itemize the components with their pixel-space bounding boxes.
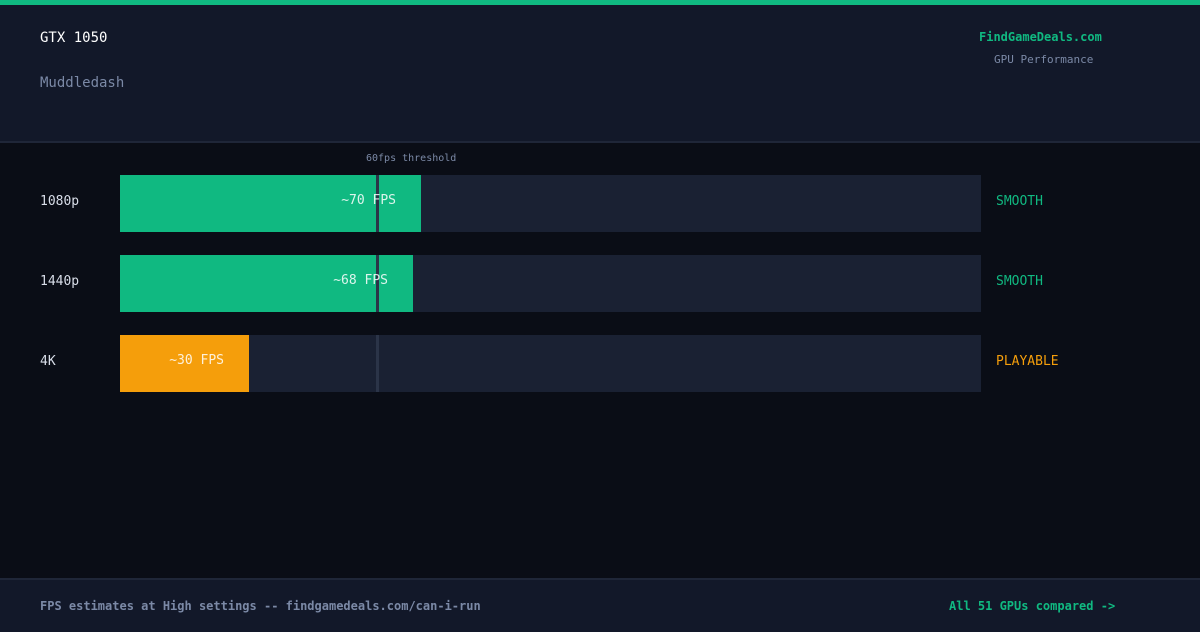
performance-status: PLAYABLE <box>996 354 1059 369</box>
game-name: Muddledash <box>40 75 125 91</box>
resolution-label: 1440p <box>40 274 80 289</box>
footer: FPS estimates at High settings -- findga… <box>0 578 1200 632</box>
performance-status: SMOOTH <box>996 274 1043 289</box>
bar-track: ~68 FPS <box>120 255 981 312</box>
header-subtitle: GPU Performance <box>994 53 1094 66</box>
fps-value-label: ~68 FPS <box>333 273 388 288</box>
gpu-name: GTX 1050 <box>40 30 108 46</box>
footer-note: FPS estimates at High settings -- findga… <box>40 599 481 613</box>
header: GTX 1050 Muddledash FindGameDeals.com GP… <box>0 5 1200 143</box>
performance-status: SMOOTH <box>996 194 1043 209</box>
bar-track: ~30 FPS <box>120 335 981 392</box>
threshold-label: 60fps threshold <box>366 153 457 164</box>
resolution-label: 1080p <box>40 194 80 209</box>
threshold-line <box>376 335 379 392</box>
brand-link[interactable]: FindGameDeals.com <box>979 30 1102 44</box>
all-gpus-link[interactable]: All 51 GPUs compared -> <box>949 599 1115 613</box>
fps-value-label: ~30 FPS <box>169 353 224 368</box>
fps-value-label: ~70 FPS <box>341 193 396 208</box>
resolution-label: 4K <box>40 354 56 369</box>
bar-track: ~70 FPS <box>120 175 981 232</box>
